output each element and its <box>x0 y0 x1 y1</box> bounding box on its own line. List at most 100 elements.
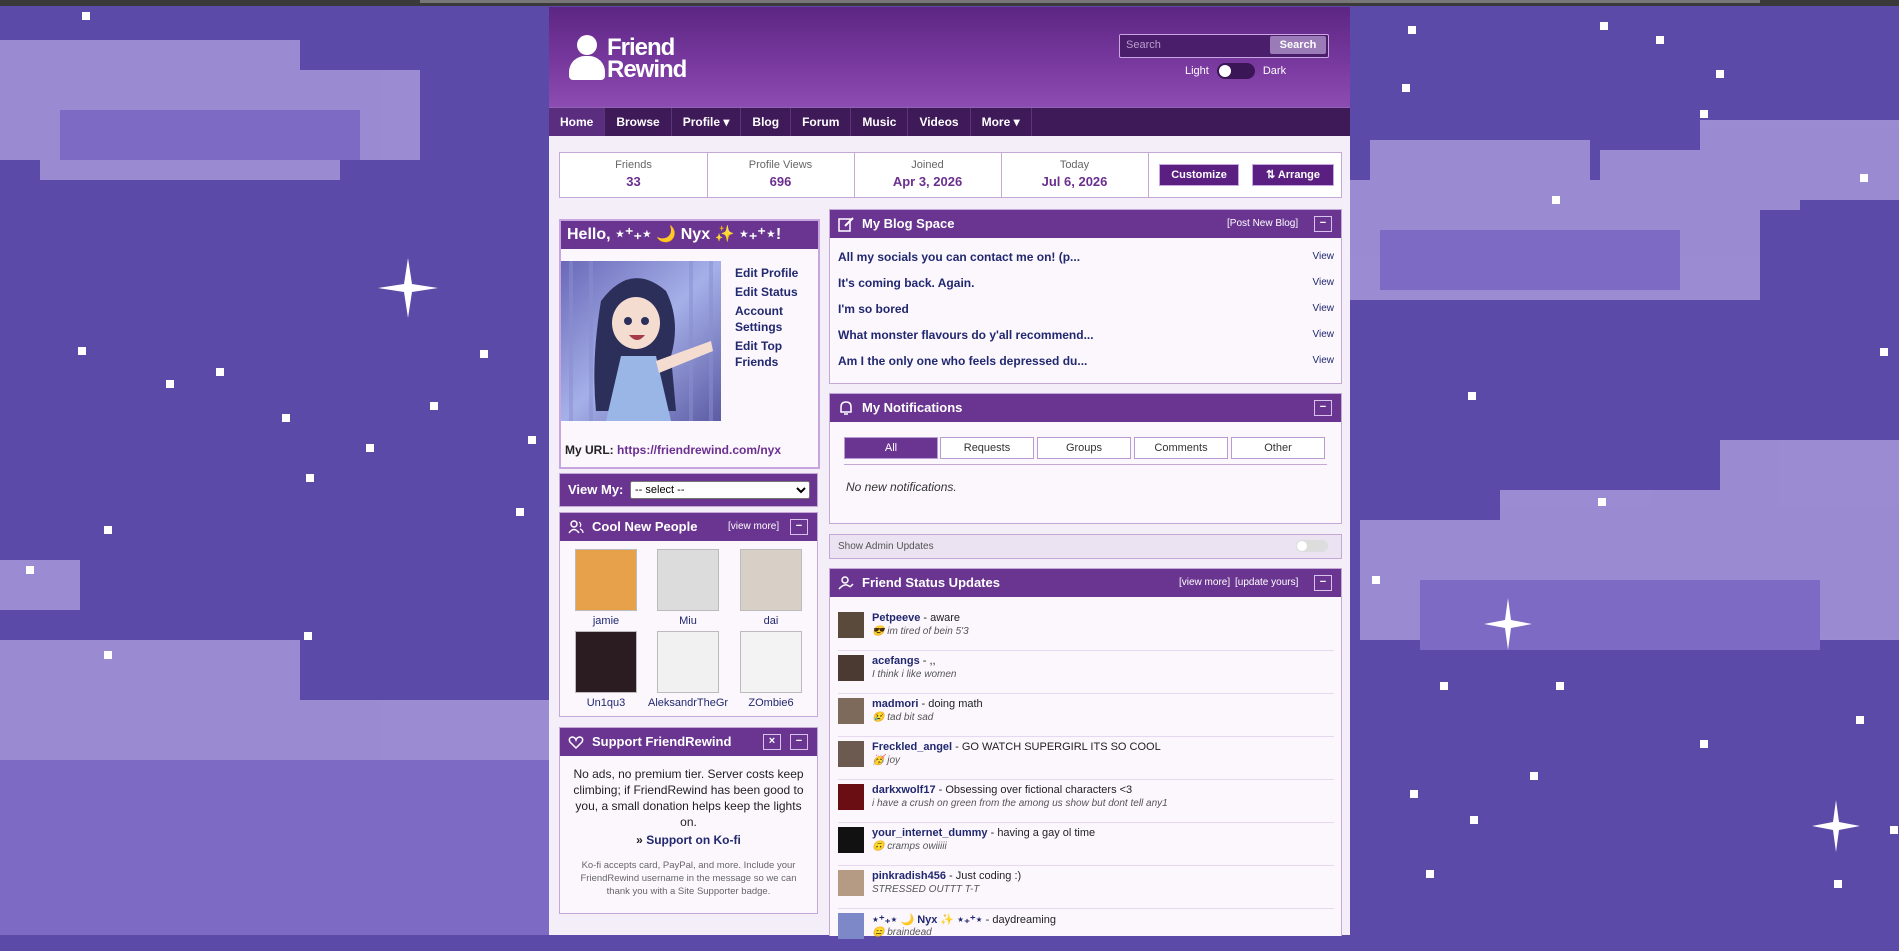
blog-entry[interactable]: What monster flavours do y'all recommend… <box>838 322 1334 346</box>
person-name: dai <box>763 615 779 627</box>
tab-groups[interactable]: Groups <box>1037 437 1131 459</box>
support-box: Support FriendRewind × − No ads, no prem… <box>559 727 818 914</box>
person-name: AleksandrTheGre <box>648 697 728 709</box>
view-my-box: View My: -- select -- <box>559 473 818 507</box>
blog-view-link[interactable]: View <box>1313 355 1335 366</box>
logo-text: Friend Rewind <box>607 36 697 82</box>
status-username[interactable]: acefangs <box>872 655 920 667</box>
toggle-knob <box>1218 65 1231 77</box>
edit-status-link[interactable]: Edit Status <box>735 284 815 300</box>
tab-other[interactable]: Other <box>1231 437 1325 459</box>
blog-entry[interactable]: All my socials you can contact me on! (p… <box>838 244 1334 268</box>
minimize-button[interactable]: − <box>1314 216 1332 232</box>
person-card[interactable]: dai <box>731 549 811 627</box>
theme-light-label: Light <box>1185 65 1209 77</box>
nav-music[interactable]: Music <box>851 108 909 136</box>
tab-requests[interactable]: Requests <box>940 437 1034 459</box>
status-update-yours[interactable]: [update yours] <box>1235 569 1298 597</box>
tab-all[interactable]: All <box>844 437 938 459</box>
status-username[interactable]: darkxwolf17 <box>872 784 936 796</box>
status-username[interactable]: Petpeeve <box>872 612 920 624</box>
status-mood: 😢 tad bit sad <box>872 712 934 723</box>
nav-videos[interactable]: Videos <box>908 108 971 136</box>
nav-forum[interactable]: Forum <box>791 108 852 136</box>
post-new-blog-link[interactable]: [Post New Blog] <box>1227 210 1298 238</box>
nav-home[interactable]: Home <box>549 108 606 136</box>
my-url-link[interactable]: https://friendrewind.com/nyx <box>617 443 781 457</box>
theme-toggle[interactable] <box>1216 63 1255 79</box>
person-card[interactable]: ZOmbie6 <box>731 631 811 709</box>
status-avatar[interactable] <box>838 655 864 681</box>
toggle-knob <box>1297 541 1307 551</box>
blog-view-link[interactable]: View <box>1313 329 1335 340</box>
status-item: darkxwolf17 - Obsessing over fictional c… <box>838 780 1334 822</box>
blog-view-link[interactable]: View <box>1313 277 1335 288</box>
status-avatar[interactable] <box>838 784 864 810</box>
minimize-button[interactable]: − <box>790 734 808 750</box>
status-avatar[interactable] <box>838 612 864 638</box>
minimize-button[interactable]: − <box>790 519 808 535</box>
status-avatar[interactable] <box>838 870 864 896</box>
edit-profile-link[interactable]: Edit Profile <box>735 265 815 281</box>
nav-browse[interactable]: Browse <box>605 108 672 136</box>
search-input[interactable] <box>1120 35 1268 55</box>
minimize-button[interactable]: − <box>1314 400 1332 416</box>
status-avatar[interactable] <box>838 913 864 939</box>
kofi-link[interactable]: Support on Ko-fi <box>646 833 741 847</box>
blog-entry-title[interactable]: I'm so bored <box>838 302 909 316</box>
person-card[interactable]: jamie <box>566 549 646 627</box>
blog-entry[interactable]: I'm so bored View <box>838 296 1334 320</box>
kofi-prefix: » <box>636 833 647 847</box>
admin-updates-toggle[interactable] <box>1296 540 1328 552</box>
blog-entry-title[interactable]: What monster flavours do y'all recommend… <box>838 328 1094 342</box>
status-mood: 😎 im tired of bein 5'3 <box>872 626 969 637</box>
status-avatar[interactable] <box>838 698 864 724</box>
status-avatar[interactable] <box>838 741 864 767</box>
status-text: - doing math <box>921 698 983 710</box>
status-item: ⋆⁺₊⋆ 🌙 Nyx ✨ ⋆₊⁺⋆ - daydreaming 😑 braind… <box>838 909 1334 951</box>
blog-entry[interactable]: Am I the only one who feels depressed du… <box>838 348 1334 372</box>
minimize-button[interactable]: − <box>1314 575 1332 591</box>
person-card[interactable]: Un1qu3 <box>566 631 646 709</box>
profile-avatar[interactable] <box>561 261 721 421</box>
status-item: Petpeeve - aware 😎 im tired of bein 5'3 <box>838 608 1334 650</box>
search-button[interactable]: Search <box>1270 36 1326 54</box>
status-view-more[interactable]: [view more] <box>1179 569 1230 597</box>
status-mood: STRESSED OUTTT T-T <box>872 884 980 895</box>
account-settings-link[interactable]: Account Settings <box>735 303 815 335</box>
edit-top-friends-link[interactable]: Edit Top Friends <box>735 338 815 370</box>
status-username[interactable]: ⋆⁺₊⋆ 🌙 Nyx ✨ ⋆₊⁺⋆ <box>872 914 983 926</box>
blog-view-link[interactable]: View <box>1313 303 1335 314</box>
nav-profile[interactable]: Profile ▾ <box>672 108 742 136</box>
person-card[interactable]: AleksandrTheGre <box>648 631 728 709</box>
scrollbar-thumb[interactable] <box>420 0 1760 3</box>
blog-entry[interactable]: It's coming back. Again. View <box>838 270 1334 294</box>
close-icon[interactable]: × <box>763 734 781 750</box>
blog-entry-title[interactable]: Am I the only one who feels depressed du… <box>838 354 1087 368</box>
arrange-button[interactable]: ⇅ Arrange <box>1252 164 1334 186</box>
nav-blog[interactable]: Blog <box>741 108 792 136</box>
edit-icon <box>838 217 854 232</box>
status-username[interactable]: your_internet_dummy <box>872 827 988 839</box>
view-my-select[interactable]: -- select -- <box>630 481 810 499</box>
status-username[interactable]: pinkradish456 <box>872 870 946 882</box>
tab-comments[interactable]: Comments <box>1134 437 1228 459</box>
browser-scrollbar[interactable] <box>0 0 1899 6</box>
nav-more[interactable]: More ▾ <box>971 108 1032 136</box>
cool-people-view-more[interactable]: [view more] <box>728 513 779 541</box>
customize-button[interactable]: Customize <box>1159 164 1239 186</box>
stat-label: Friends <box>615 159 652 171</box>
status-item: madmori - doing math 😢 tad bit sad <box>838 694 1334 736</box>
support-header: Support FriendRewind × − <box>560 728 817 756</box>
notifications-title: My Notifications <box>862 400 963 415</box>
person-card[interactable]: Miu <box>648 549 728 627</box>
stat-label: Profile Views <box>748 159 813 171</box>
person-name: jamie <box>592 615 620 627</box>
blog-entry-title[interactable]: It's coming back. Again. <box>838 276 974 290</box>
status-username[interactable]: Freckled_angel <box>872 741 952 753</box>
blog-entry-title[interactable]: All my socials you can contact me on! (p… <box>838 250 1080 264</box>
blog-view-link[interactable]: View <box>1313 251 1335 262</box>
status-avatar[interactable] <box>838 827 864 853</box>
status-username[interactable]: madmori <box>872 698 918 710</box>
view-my-label: View My: <box>568 482 624 497</box>
